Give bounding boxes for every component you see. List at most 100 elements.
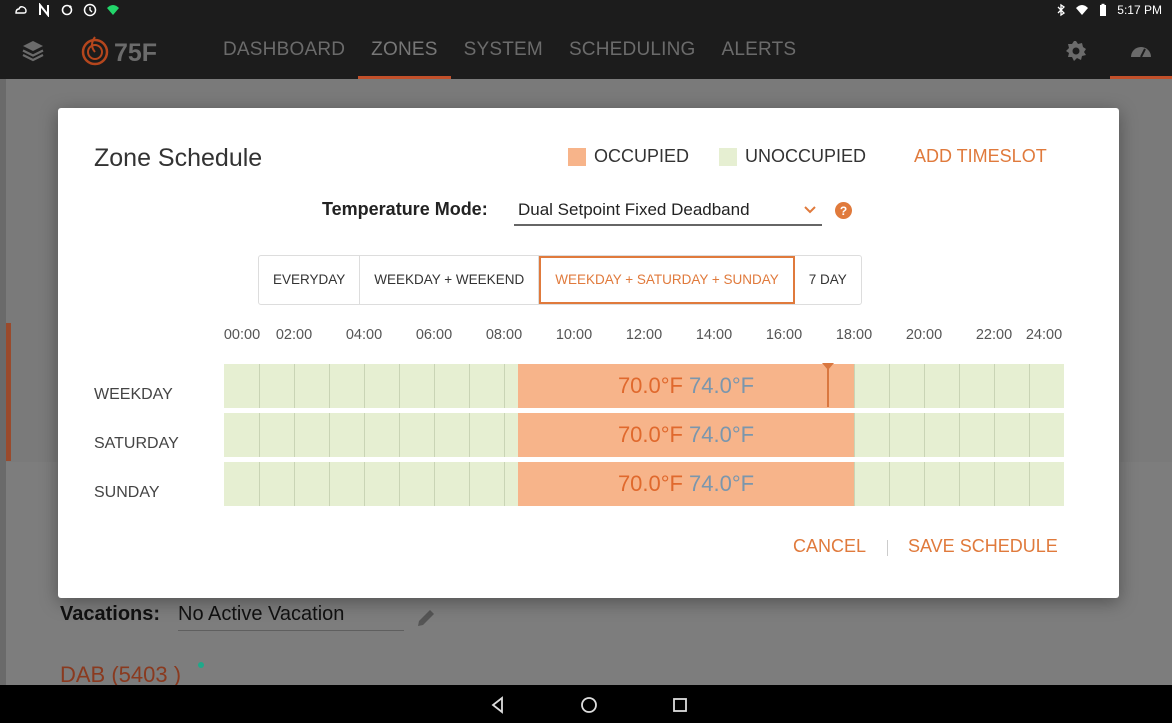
grid-line <box>854 413 855 457</box>
temperature-mode-label: Temperature Mode: <box>322 199 488 219</box>
grid-line <box>364 413 365 457</box>
grid-line <box>994 413 995 457</box>
wifi-green-icon <box>107 5 119 15</box>
75f-logo: 75F <box>81 36 157 67</box>
cooling-setpoint: 74.0°F <box>689 373 755 398</box>
vacations-value: No Active Vacation <box>178 603 404 631</box>
gauge-tab[interactable] <box>1110 22 1172 79</box>
save-schedule-button[interactable]: SAVE SCHEDULE <box>908 536 1058 557</box>
cancel-button[interactable]: CANCEL <box>793 536 866 557</box>
hour-label: 22:00 <box>975 327 1013 343</box>
nav-scheduling[interactable]: SCHEDULING <box>556 22 709 79</box>
cooling-setpoint: 74.0°F <box>689 471 755 496</box>
grid-line <box>889 462 890 506</box>
hour-label: 16:00 <box>765 327 803 343</box>
grid-line <box>854 462 855 506</box>
current-time-marker-tip <box>822 363 834 370</box>
battery-icon <box>1100 3 1107 16</box>
grid-line <box>924 462 925 506</box>
gear-icon[interactable] <box>1064 39 1088 63</box>
grid-line <box>1029 364 1030 408</box>
schedule-type-everyday[interactable]: EVERYDAY <box>259 256 361 304</box>
grid-line <box>329 364 330 408</box>
app-bar: 75F DASHBOARD ZONES SYSTEM SCHEDULING AL… <box>0 22 1172 79</box>
grid-line <box>434 364 435 408</box>
hour-label: 08:00 <box>485 327 523 343</box>
day-label-sunday: SUNDAY <box>94 484 160 501</box>
back-icon[interactable] <box>488 695 508 715</box>
grid-line <box>364 462 365 506</box>
grid-line <box>399 364 400 408</box>
day-label-saturday: SATURDAY <box>94 435 179 452</box>
main-nav: DASHBOARD ZONES SYSTEM SCHEDULING ALERTS <box>210 22 809 79</box>
nav-zones[interactable]: ZONES <box>358 22 451 79</box>
schedule-track-sunday[interactable]: 70.0°F 74.0°F <box>224 462 1064 506</box>
heating-setpoint: 70.0°F <box>617 422 683 447</box>
screen: 5:17 PM 75F DASHBOARD ZONES SYSTEM SCHED… <box>0 0 1172 723</box>
layers-icon[interactable] <box>20 38 46 64</box>
hour-label: 02:00 <box>275 327 313 343</box>
hour-label: 06:00 <box>415 327 453 343</box>
grid-line <box>959 413 960 457</box>
recent-apps-icon[interactable] <box>670 695 690 715</box>
grid-line <box>259 364 260 408</box>
button-divider <box>887 540 888 556</box>
grid-line <box>469 364 470 408</box>
help-icon[interactable]: ? <box>835 202 852 219</box>
grid-line <box>959 462 960 506</box>
n-icon <box>39 3 49 17</box>
chevron-down-icon <box>804 206 816 214</box>
grid-line <box>329 462 330 506</box>
cooling-setpoint: 74.0°F <box>689 422 755 447</box>
legend-unoccupied-label: UNOCCUPIED <box>745 146 867 166</box>
hour-label: 20:00 <box>905 327 943 343</box>
grid-line <box>889 364 890 408</box>
grid-line <box>399 413 400 457</box>
hour-label: 18:00 <box>835 327 873 343</box>
cloud-icon <box>15 6 27 14</box>
logo-text: 75F <box>114 39 157 67</box>
occupied-block[interactable]: 70.0°F 74.0°F <box>518 413 854 457</box>
schedule-type-weekday-weekend[interactable]: WEEKDAY + WEEKEND <box>360 256 540 304</box>
add-timeslot-button[interactable]: ADD TIMESLOT <box>914 146 1047 167</box>
grid-line <box>364 364 365 408</box>
nav-system[interactable]: SYSTEM <box>451 22 556 79</box>
grid-line <box>434 462 435 506</box>
zone-schedule-dialog: Zone Schedule OCCUPIED UNOCCUPIED ADD TI… <box>58 108 1119 598</box>
grid-line <box>854 364 855 408</box>
occupied-block[interactable]: 70.0°F 74.0°F <box>518 462 854 506</box>
system-nav-bar <box>0 685 1172 723</box>
grid-line <box>889 413 890 457</box>
temperature-mode-value: Dual Setpoint Fixed Deadband <box>518 200 750 219</box>
grid-line <box>994 364 995 408</box>
schedule-track-weekday[interactable]: 70.0°F 74.0°F <box>224 364 1064 408</box>
pencil-icon[interactable] <box>414 606 438 630</box>
grid-line <box>1029 413 1030 457</box>
wifi-icon <box>1076 5 1089 15</box>
occupied-block[interactable]: 70.0°F 74.0°F <box>518 364 854 408</box>
gauge-icon <box>1131 47 1151 58</box>
schedule-track-saturday[interactable]: 70.0°F 74.0°F <box>224 413 1064 457</box>
status-bar: 5:17 PM <box>0 0 1172 22</box>
schedule-type-selector: EVERYDAY WEEKDAY + WEEKEND WEEKDAY + SAT… <box>258 255 862 305</box>
grid-line <box>329 413 330 457</box>
heating-setpoint: 70.0°F <box>617 471 683 496</box>
hour-label: 00:00 <box>223 327 261 343</box>
grid-line <box>504 462 505 506</box>
clock-icon <box>83 3 97 17</box>
nav-alerts[interactable]: ALERTS <box>709 22 810 79</box>
home-icon[interactable] <box>579 695 599 715</box>
occupied-swatch <box>568 147 586 166</box>
legend-occupied-label: OCCUPIED <box>594 146 690 166</box>
grid-line <box>924 413 925 457</box>
grid-line <box>294 364 295 408</box>
schedule-type-weekday-saturday-sunday[interactable]: WEEKDAY + SATURDAY + SUNDAY <box>539 256 795 304</box>
grid-line <box>504 413 505 457</box>
grid-line <box>469 413 470 457</box>
schedule-type-7-day[interactable]: 7 DAY <box>795 256 861 304</box>
grid-line <box>1029 462 1030 506</box>
temperature-mode-select[interactable]: Dual Setpoint Fixed Deadband <box>514 196 822 226</box>
dialog-title: Zone Schedule <box>94 144 263 172</box>
nav-dashboard[interactable]: DASHBOARD <box>210 22 358 79</box>
vacations-label: Vacations: <box>60 603 161 625</box>
